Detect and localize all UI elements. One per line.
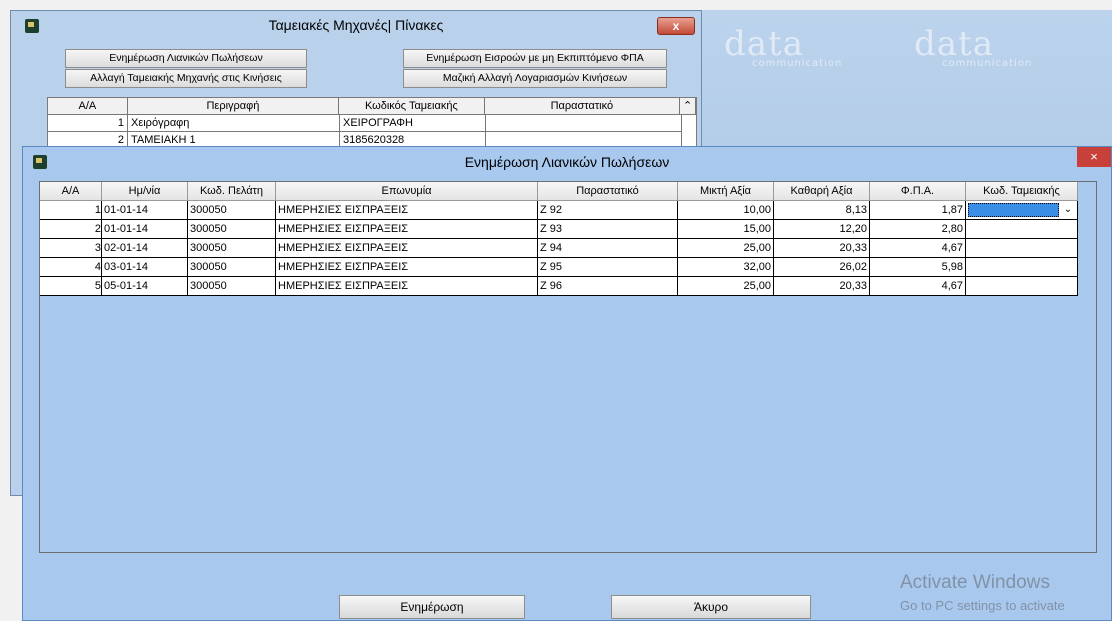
update-income-vat-button[interactable]: Ενημέρωση Εισροών με μη Εκπιπτόμενο ΦΠΑ [403, 49, 667, 68]
table-row[interactable]: 5 05-01-14 300050 ΗΜΕΡΗΣΙΕΣ ΕΙΣΠΡΑΞΕΙΣ Z… [40, 277, 1078, 296]
cancel-button[interactable]: Άκυρο [611, 595, 811, 619]
table-row[interactable]: 1 01-01-14 300050 ΗΜΕΡΗΣΙΕΣ ΕΙΣΠΡΑΞΕΙΣ Z… [40, 201, 1078, 220]
column-header[interactable]: Α/Α [40, 182, 102, 201]
scroll-up-icon[interactable]: ⌃ [680, 98, 696, 115]
column-header[interactable]: Μικτή Αξία [678, 182, 774, 201]
dialog-title: Ενημέρωση Λιανικών Πωλήσεων [464, 154, 670, 170]
activation-subtitle: Go to PC settings to activate [900, 598, 1065, 613]
retail-sales-table: Α/Α Ημ/νία Κωδ. Πελάτη Επωνυμία Παραστατ… [39, 181, 1097, 553]
register-cell[interactable] [966, 220, 1078, 239]
table-row[interactable]: 4 03-01-14 300050 ΗΜΕΡΗΣΙΕΣ ΕΙΣΠΡΑΞΕΙΣ Z… [40, 258, 1078, 277]
column-header[interactable]: Α/Α [48, 98, 128, 115]
close-button[interactable]: x [657, 17, 695, 35]
register-select[interactable]: ⌄ [966, 201, 1078, 220]
table-row[interactable]: 3 02-01-14 300050 ΗΜΕΡΗΣΙΕΣ ΕΙΣΠΡΑΞΕΙΣ Z… [40, 239, 1078, 258]
retail-sales-dialog: Ενημέρωση Λιανικών Πωλήσεων × Α/Α Ημ/νία… [22, 146, 1112, 621]
selected-value [968, 203, 1059, 217]
column-header[interactable]: Κωδ. Ταμειακής [966, 182, 1078, 201]
column-header[interactable]: Παραστατικό [538, 182, 678, 201]
table-header: Α/Α Ημ/νία Κωδ. Πελάτη Επωνυμία Παραστατ… [40, 182, 1078, 201]
close-button[interactable]: × [1077, 147, 1111, 167]
column-header[interactable]: Ημ/νία [102, 182, 188, 201]
column-header[interactable]: Καθαρή Αξία [774, 182, 870, 201]
activation-notice: Activate Windows Go to PC settings to ac… [900, 572, 1065, 613]
column-header[interactable]: Φ.Π.Α. [870, 182, 966, 201]
column-header[interactable]: Επωνυμία [276, 182, 538, 201]
table-header: Α/Α Περιγραφή Κωδικός Ταμειακής Παραστατ… [48, 98, 696, 115]
column-header[interactable]: Κωδ. Πελάτη [188, 182, 276, 201]
watermark-logo: data communication [724, 24, 843, 69]
window-title: Ταμειακές Μηχανές| Πίνακες [268, 17, 444, 33]
table-row[interactable]: 2 01-01-14 300050 ΗΜΕΡΗΣΙΕΣ ΕΙΣΠΡΑΞΕΙΣ Z… [40, 220, 1078, 239]
table-row[interactable]: 1 Χειρόγραφη ΧΕΙΡΟΓΡΑΦΗ [48, 115, 696, 132]
register-cell[interactable] [966, 239, 1078, 258]
register-cell[interactable] [966, 277, 1078, 296]
register-cell[interactable] [966, 258, 1078, 277]
column-header[interactable]: Κωδικός Ταμειακής [339, 98, 485, 115]
update-button[interactable]: Ενημέρωση [339, 595, 525, 619]
column-header[interactable]: Περιγραφή [127, 98, 340, 115]
chevron-down-icon[interactable]: ⌄ [1061, 203, 1075, 217]
update-retail-sales-button[interactable]: Ενημέρωση Λιανικών Πωλήσεων [65, 49, 307, 68]
change-register-button[interactable]: Αλλαγή Ταμειακής Μηχανής στις Κινήσεις [65, 69, 307, 88]
column-header[interactable]: Παραστατικό [484, 98, 681, 115]
watermark-logo: data communication [914, 24, 1033, 69]
bulk-change-accounts-button[interactable]: Μαζική Αλλαγή Λογαριασμών Κινήσεων [403, 69, 667, 88]
activation-title: Activate Windows [900, 572, 1050, 593]
